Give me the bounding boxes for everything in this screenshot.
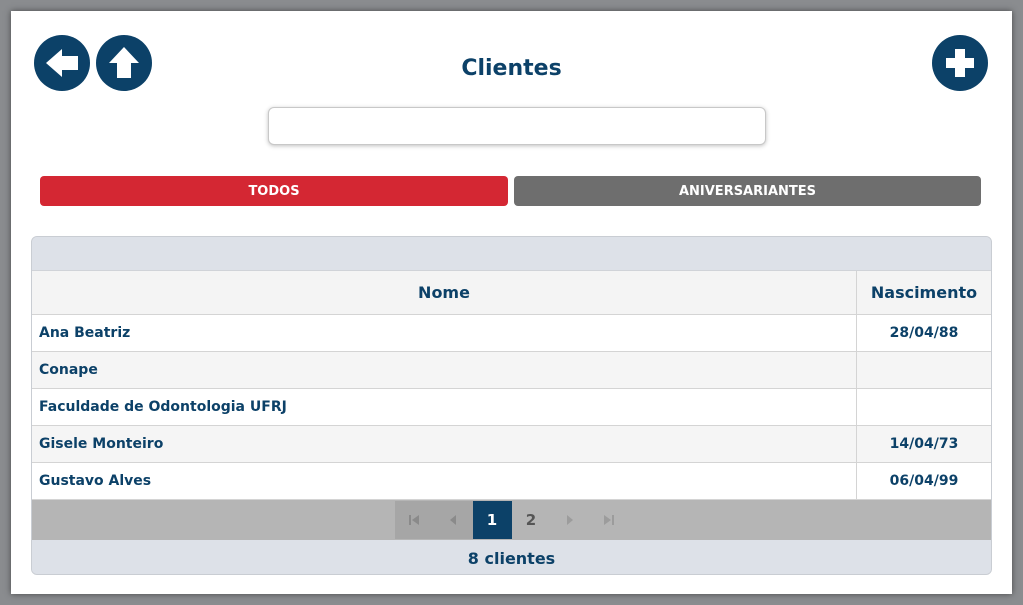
tab-aniversariantes[interactable]: ANIVERSARIANTES	[514, 176, 981, 206]
prev-page-button[interactable]	[433, 501, 473, 539]
client-name: Conape	[32, 351, 857, 389]
pagination: 1 2	[32, 499, 991, 540]
page-2-button[interactable]: 2	[512, 501, 551, 539]
table-header-row: Nome Nascimento	[32, 271, 991, 315]
client-name: Gustavo Alves	[32, 462, 857, 499]
clients-table-panel: Nome Nascimento Ana Beatriz 28/04/88 Con…	[31, 236, 992, 575]
client-birthdate	[856, 388, 991, 426]
next-page-icon	[567, 515, 573, 525]
clients-card: Clientes TODOS ANIVERSARIANTES Nome Nasc…	[11, 11, 1012, 594]
page-1-button[interactable]: 1	[472, 501, 512, 539]
first-page-icon	[409, 515, 419, 525]
table-row[interactable]: Ana Beatriz 28/04/88	[32, 314, 991, 352]
tab-todos[interactable]: TODOS	[40, 176, 508, 206]
client-name: Ana Beatriz	[32, 314, 857, 352]
table-row[interactable]: Faculdade de Odontologia UFRJ	[32, 388, 991, 426]
panel-header	[32, 237, 991, 271]
prev-page-icon	[450, 515, 456, 525]
client-birthdate	[856, 351, 991, 389]
last-page-button[interactable]	[590, 501, 629, 539]
column-header-nome[interactable]: Nome	[32, 271, 857, 315]
client-birthdate: 14/04/73	[856, 425, 991, 463]
clients-table: Nome Nascimento Ana Beatriz 28/04/88 Con…	[32, 271, 991, 499]
table-row[interactable]: Gustavo Alves 06/04/99	[32, 462, 991, 499]
client-birthdate: 28/04/88	[856, 314, 991, 352]
client-name: Faculdade de Odontologia UFRJ	[32, 388, 857, 426]
client-count: 8 clientes	[32, 540, 991, 574]
next-page-button[interactable]	[551, 501, 590, 539]
table-row[interactable]: Gisele Monteiro 14/04/73	[32, 425, 991, 463]
last-page-icon	[604, 515, 614, 525]
table-row[interactable]: Conape	[32, 351, 991, 389]
first-page-button[interactable]	[394, 501, 434, 539]
client-name: Gisele Monteiro	[32, 425, 857, 463]
column-header-nascimento[interactable]: Nascimento	[856, 271, 991, 315]
search-input[interactable]	[268, 107, 766, 145]
client-birthdate: 06/04/99	[856, 462, 991, 499]
page-title: Clientes	[461, 56, 562, 81]
